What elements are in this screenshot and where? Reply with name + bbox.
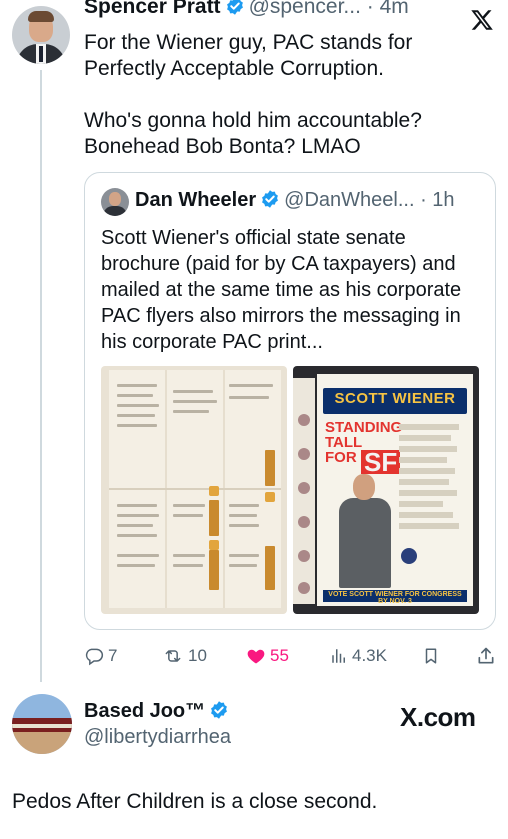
share-icon <box>478 647 494 664</box>
author-handle[interactable]: @spencer... <box>249 0 361 18</box>
like-count: 55 <box>270 646 289 665</box>
tweet-paragraph: For the Wiener guy, PAC stands for Perfe… <box>84 31 413 80</box>
x-logo-icon[interactable] <box>470 8 494 32</box>
flyer-footer: VOTE SCOTT WIENER FOR CONGRESS BY NOV. 3 <box>328 591 462 605</box>
views-count: 4.3K <box>352 646 387 665</box>
bookmark-icon <box>425 648 437 664</box>
bookmark-button[interactable] <box>422 644 444 668</box>
tweet-text: Pedos After Children is a close second. <box>12 790 378 813</box>
retweet-count: 10 <box>188 646 207 665</box>
flyer-sf: SF <box>361 449 401 475</box>
quoted-header: Dan Wheeler @DanWheel... · 1h <box>135 189 485 215</box>
verified-badge-icon <box>209 700 229 726</box>
quoted-text: Scott Wiener's official state senate bro… <box>101 227 462 353</box>
retweet-icon <box>165 650 181 662</box>
avatar[interactable] <box>12 6 70 64</box>
retweet-button[interactable]: 10 <box>162 644 207 668</box>
flyer-photo[interactable]: SCOTT WIENER STANDING TALL FOR SF VOTE S… <box>293 366 479 614</box>
quoted-author-handle[interactable]: @DanWheel... <box>284 189 414 211</box>
verified-badge-icon <box>260 189 280 215</box>
timestamp[interactable]: · 4m <box>367 0 409 18</box>
share-button[interactable] <box>476 644 500 668</box>
views-icon <box>332 649 345 663</box>
brochure-photo[interactable] <box>101 366 287 614</box>
thread-line <box>40 70 42 682</box>
author-name[interactable]: Based Joo™ <box>84 700 205 722</box>
author-name[interactable]: Spencer Pratt <box>84 0 221 18</box>
author-name-row: Based Joo™ <box>84 700 233 726</box>
flyer-banner: SCOTT WIENER <box>334 390 456 407</box>
action-bar: 7 10 55 4.3K <box>84 644 496 668</box>
tweet-paragraph: Who's gonna hold him accountable? Bonehe… <box>84 109 422 158</box>
quoted-timestamp[interactable]: · 1h <box>420 189 454 211</box>
quoted-author-name[interactable]: Dan Wheeler <box>135 189 256 211</box>
watermark: X.com <box>400 702 476 732</box>
quoted-avatar[interactable] <box>101 188 129 216</box>
heart-icon <box>247 649 265 664</box>
reply-icon <box>85 648 104 666</box>
verified-badge-icon <box>225 0 245 21</box>
reply-button[interactable]: 7 <box>84 644 117 668</box>
views-button[interactable]: 4.3K <box>330 644 387 668</box>
like-button[interactable]: 55 <box>246 644 289 668</box>
flyer-slogan: STANDING TALL FOR <box>325 419 403 466</box>
reply-count: 7 <box>108 646 118 665</box>
quoted-tweet-card[interactable]: Dan Wheeler @DanWheel... · 1h Scott Wiene… <box>84 172 496 630</box>
tweet-header: Spencer Pratt @spencer... · 4m <box>84 0 444 21</box>
author-handle[interactable]: @libertydiarrhea <box>84 726 231 749</box>
avatar[interactable] <box>12 694 72 754</box>
tweet-text: For the Wiener guy, PAC stands for Perfe… <box>84 30 494 186</box>
